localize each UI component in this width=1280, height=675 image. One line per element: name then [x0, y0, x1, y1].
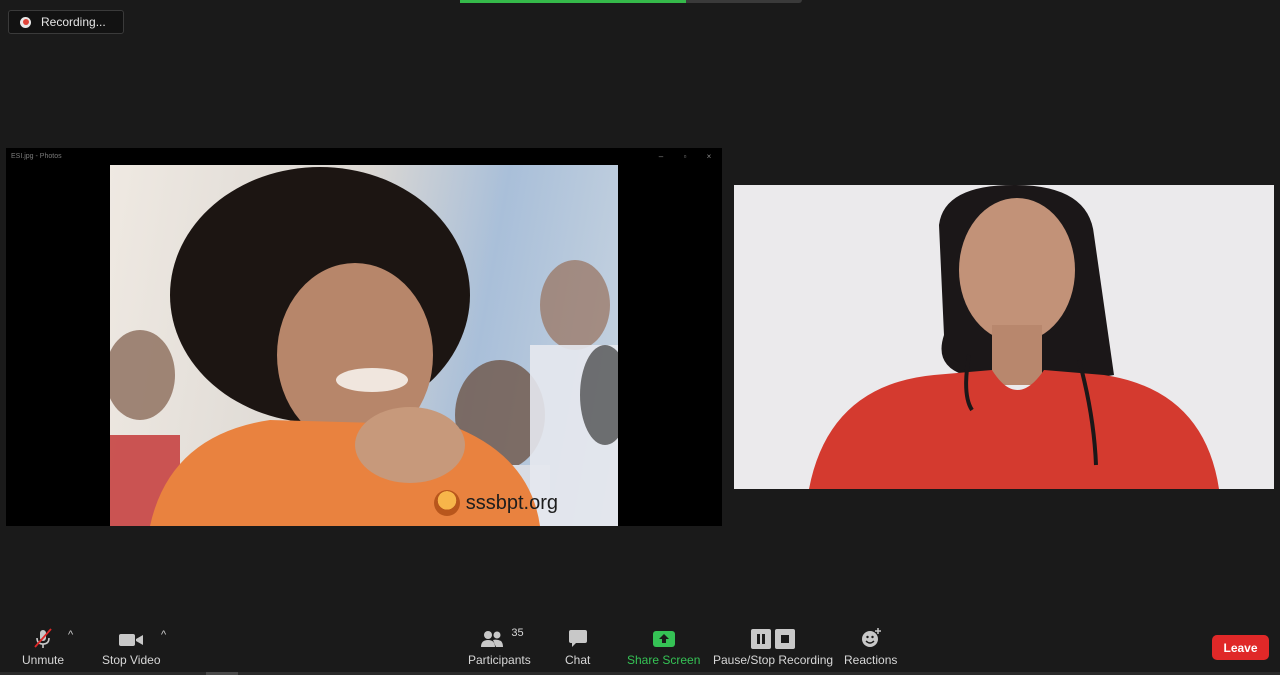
mic-muted-icon [34, 628, 52, 648]
stop-icon [775, 629, 796, 649]
participants-icon [481, 631, 504, 647]
audio-options-chevron-up-icon[interactable]: ^ [68, 629, 73, 641]
share-screen-label: Share Screen [627, 653, 701, 667]
video-camera-icon [119, 634, 144, 646]
reactions-button[interactable]: Reactions [844, 627, 897, 667]
pause-icon [751, 629, 772, 649]
participant-video-image [734, 185, 1274, 489]
shared-photo-image [110, 167, 618, 526]
shared-screen-tile[interactable]: ESI.jpg - Photos – ▫ × sssbpt.org [6, 148, 722, 526]
close-icon: × [706, 151, 712, 161]
recording-label: Recording... [41, 15, 106, 29]
participants-count-badge: 35 [511, 627, 524, 639]
chat-label: Chat [565, 653, 591, 667]
meeting-window: Recording... ESI.jpg - Photos – ▫ × sssb… [0, 0, 1280, 675]
pause-stop-recording-button[interactable]: Pause/Stop Recording [713, 627, 833, 667]
minimize-icon: – [658, 151, 664, 161]
recording-dot-icon [20, 16, 31, 28]
share-screen-icon [652, 631, 675, 647]
screen-share-top-bar[interactable] [460, 0, 802, 3]
restore-icon: ▫ [683, 151, 687, 161]
participants-button[interactable]: 35 Participants [468, 627, 531, 667]
photo-viewer-title: ESI.jpg - Photos [11, 152, 62, 160]
leave-button[interactable]: Leave [1212, 635, 1269, 660]
shared-photo: sssbpt.org [110, 165, 618, 526]
recording-indicator[interactable]: Recording... [8, 10, 124, 34]
stop-video-button[interactable]: Stop Video [102, 627, 161, 667]
share-screen-button[interactable]: Share Screen [627, 627, 700, 667]
reactions-icon [861, 628, 881, 647]
photo-viewer-titlebar: ESI.jpg - Photos – ▫ × [6, 148, 722, 164]
photo-watermark: sssbpt.org [433, 490, 558, 516]
watermark-text: sssbpt.org [465, 491, 558, 514]
chat-button[interactable]: Chat [565, 627, 590, 667]
stop-video-label: Stop Video [102, 653, 161, 667]
pause-stop-recording-label: Pause/Stop Recording [713, 653, 834, 667]
video-options-chevron-up-icon[interactable]: ^ [161, 629, 166, 641]
reactions-label: Reactions [844, 653, 898, 667]
watermark-seal-icon [433, 490, 460, 516]
unmute-label: Unmute [22, 653, 65, 667]
participant-video-tile[interactable] [734, 185, 1274, 489]
unmute-button[interactable]: Unmute [22, 627, 64, 667]
chat-icon [568, 630, 587, 647]
meeting-toolbar: Unmute ^ Stop Video ^ 35 Participants Ch… [0, 615, 1280, 675]
participants-label: Participants [468, 653, 531, 667]
